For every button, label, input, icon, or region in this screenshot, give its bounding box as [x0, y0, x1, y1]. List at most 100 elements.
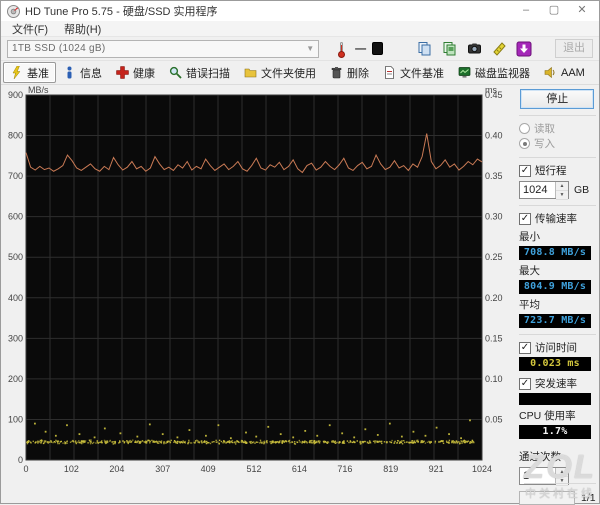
- tab-disk-monitor[interactable]: 磁盘监视器: [451, 62, 537, 83]
- min-label: 最小: [519, 231, 540, 243]
- svg-text:0.45: 0.45: [485, 90, 503, 100]
- read-radio[interactable]: [519, 123, 530, 134]
- svg-text:204: 204: [109, 464, 124, 474]
- menu-file[interactable]: 文件(F): [5, 20, 55, 38]
- save-button[interactable]: [513, 39, 535, 59]
- svg-text:614: 614: [292, 464, 307, 474]
- speaker-icon: [544, 66, 555, 79]
- stop-button[interactable]: 停止: [520, 89, 595, 109]
- pass-count-value: 1: [523, 470, 530, 482]
- ruler-button[interactable]: [488, 39, 510, 59]
- tab-error-scan-label: 错误扫描: [186, 67, 230, 80]
- svg-text:400: 400: [8, 293, 23, 303]
- tab-info[interactable]: 信息: [56, 62, 109, 83]
- svg-text:100: 100: [8, 414, 23, 424]
- svg-text:700: 700: [8, 171, 23, 181]
- thermometer-icon: [333, 40, 349, 58]
- health-cross-icon: [116, 66, 129, 79]
- short-stroke-checkbox[interactable]: ✓: [519, 164, 531, 177]
- drive-select[interactable]: 1TB SSD (1024 gB) ▼: [7, 39, 320, 58]
- stepper-up-icon[interactable]: ▲: [556, 182, 568, 191]
- stepper-down-icon[interactable]: ▼: [556, 191, 568, 200]
- tab-health-label: 健康: [133, 67, 155, 80]
- svg-text:409: 409: [201, 464, 216, 474]
- tab-folder-usage-label: 文件夹使用: [261, 67, 316, 80]
- transfer-rate-checkbox[interactable]: ✓: [519, 212, 531, 225]
- avg-value: 723.7 MB/s: [519, 314, 591, 328]
- exit-button[interactable]: 退出: [555, 39, 593, 58]
- short-stroke-label: 短行程: [535, 165, 567, 177]
- avg-label: 平均: [519, 299, 540, 311]
- tab-random-access[interactable]: 随机访问: [592, 62, 600, 83]
- capacity-value: 1024: [523, 184, 548, 196]
- burst-rate-checkbox[interactable]: ✓: [519, 377, 531, 390]
- svg-text:0.20: 0.20: [485, 293, 503, 303]
- svg-text:307: 307: [155, 464, 170, 474]
- tab-erase[interactable]: 删除: [323, 62, 376, 83]
- stepper-buttons[interactable]: ▲ ▼: [555, 182, 568, 200]
- benchmark-chart: MB/s ms 900 800 700 600 500 400 300 200 100 0 0.45 0.…: [1, 85, 513, 505]
- tab-health[interactable]: 健康: [109, 62, 162, 83]
- burst-rate-value: [519, 393, 591, 405]
- svg-text:819: 819: [383, 464, 398, 474]
- save-icon: [516, 41, 532, 56]
- stepper-up-icon[interactable]: ▲: [556, 468, 568, 477]
- access-time-checkbox[interactable]: ✓: [519, 341, 531, 354]
- tab-benchmark[interactable]: 基准: [3, 62, 56, 83]
- temperature-value: —: [355, 42, 367, 55]
- svg-text:512: 512: [246, 464, 261, 474]
- short-stroke-option[interactable]: ✓ 短行程: [519, 163, 596, 178]
- progress-label: 1/1: [581, 492, 596, 504]
- access-time-value: 0.023 ms: [519, 357, 591, 371]
- capacity-stepper[interactable]: 1024 ▲ ▼: [519, 181, 569, 200]
- ruler-icon: [492, 42, 506, 56]
- read-mode-option[interactable]: 读取: [519, 121, 596, 136]
- svg-text:921: 921: [429, 464, 444, 474]
- menu-help[interactable]: 帮助(H): [57, 20, 108, 38]
- divider: [519, 205, 596, 206]
- svg-text:900: 900: [8, 90, 23, 100]
- copy-image-button[interactable]: [438, 39, 460, 59]
- camera-icon: [467, 43, 481, 54]
- tab-file-benchmark[interactable]: 文件基准: [376, 62, 451, 83]
- svg-text:716: 716: [337, 464, 352, 474]
- tab-info-label: 信息: [80, 67, 102, 80]
- tab-aam[interactable]: AAM: [537, 62, 592, 83]
- chevron-down-icon: ▼: [306, 44, 315, 53]
- svg-text:0.40: 0.40: [485, 131, 503, 141]
- svg-text:200: 200: [8, 374, 23, 384]
- monitor-icon: [458, 67, 471, 78]
- svg-text:0.05: 0.05: [485, 414, 503, 424]
- transfer-rate-label: 传输速率: [535, 213, 577, 225]
- svg-text:0.15: 0.15: [485, 333, 503, 343]
- stepper-down-icon[interactable]: ▼: [556, 477, 568, 486]
- copy-button[interactable]: [413, 39, 435, 59]
- tab-folder-usage[interactable]: 文件夹使用: [237, 62, 323, 83]
- app-icon: [7, 4, 20, 18]
- burst-rate-label: 突发速率: [535, 378, 577, 390]
- write-mode-option[interactable]: 写入: [519, 136, 596, 151]
- hd-tune-window: HD Tune Pro 5.75 - 硬盘/SSD 实用程序 – ▢ ✕ 文件(…: [0, 0, 600, 505]
- svg-text:1024: 1024: [472, 464, 492, 474]
- stepper-buttons[interactable]: ▲ ▼: [555, 468, 568, 486]
- screenshot-button[interactable]: [463, 39, 485, 59]
- max-value: 804.9 MB/s: [519, 280, 591, 294]
- write-radio[interactable]: [519, 138, 530, 149]
- minimize-button[interactable]: –: [513, 2, 539, 20]
- tab-disk-monitor-label: 磁盘监视器: [475, 67, 530, 80]
- tab-benchmark-label: 基准: [27, 67, 49, 80]
- pass-count-stepper[interactable]: 1 ▲ ▼: [519, 467, 569, 486]
- divider: [519, 157, 596, 158]
- close-button[interactable]: ✕: [569, 2, 595, 20]
- main-area: MB/s ms 900 800 700 600 500 400 300 200 100 0 0.45 0.…: [1, 85, 599, 505]
- maximize-button[interactable]: ▢: [541, 2, 567, 20]
- tab-error-scan[interactable]: 错误扫描: [162, 62, 237, 83]
- info-icon: [67, 66, 72, 79]
- transfer-rate-option[interactable]: ✓ 传输速率: [519, 211, 596, 226]
- magnifier-icon: [169, 66, 182, 79]
- write-radio-label: 写入: [534, 138, 555, 150]
- trash-icon: [331, 67, 342, 79]
- burst-rate-option[interactable]: ✓ 突发速率: [519, 376, 596, 391]
- tab-bar: 基准 信息 健康 错误扫描 文件夹使用 删除 文件基准 磁盘监视器 AAM: [1, 61, 600, 85]
- access-time-option[interactable]: ✓ 访问时间: [519, 340, 596, 355]
